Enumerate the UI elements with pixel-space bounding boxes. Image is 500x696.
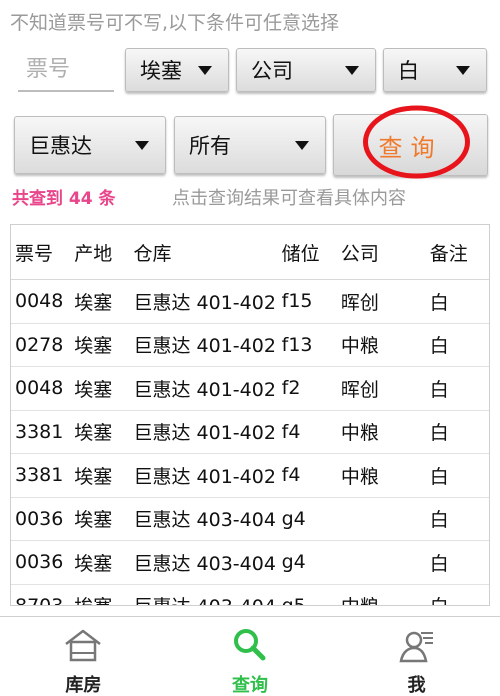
cell-bin: f13 [281, 333, 313, 356]
column-header-ticket: 票号 [15, 242, 54, 265]
cell-origin: 埃塞 [74, 465, 113, 488]
cell-bin: f2 [281, 377, 301, 400]
cell-warehouse: 巨惠达 403-404 [133, 509, 276, 532]
ticket-number-input[interactable] [18, 48, 114, 92]
cell-bin: f15 [281, 290, 313, 313]
cell-note: 白 [429, 422, 449, 445]
table-row[interactable]: 0036 埃塞 巨惠达 403-404 g4 白 [11, 541, 489, 585]
table-row[interactable]: 0278 埃塞 巨惠达 401-402 f13 中粮 白 [11, 324, 489, 367]
cell-note: 白 [429, 552, 449, 575]
cell-bin: f4 [281, 420, 301, 443]
cell-company: 中粮 [341, 592, 430, 605]
nav-label-profile: 我 [407, 675, 426, 696]
note-dropdown[interactable]: 白 [383, 48, 487, 92]
company-dropdown-value: 公司 [251, 59, 293, 83]
cell-origin: 埃塞 [74, 592, 133, 605]
cell-warehouse: 巨惠达 403-404 [134, 592, 282, 605]
cell-note: 白 [429, 335, 449, 358]
app-screen: 不知道票号可不写,以下条件可任意选择 埃塞 公司 白 巨惠达 所有 查询 共查到… [0, 0, 500, 696]
warehouse-dropdown-value: 巨惠达 [29, 134, 92, 158]
cell-warehouse: 巨惠达 401-402 [133, 422, 276, 445]
cell-note: 白 [429, 509, 449, 532]
cell-warehouse: 巨惠达 403-404 [133, 552, 276, 575]
cell-bin: g4 [281, 551, 306, 574]
table-row[interactable]: 3381 埃塞 巨惠达 401-402 f4 中粮 白 [11, 454, 489, 498]
cell-origin: 埃塞 [74, 291, 113, 314]
column-header-note: 备注 [429, 242, 468, 265]
table-row[interactable]: 0036 埃塞 巨惠达 403-404 g4 白 [11, 498, 489, 541]
nav-item-warehouse[interactable]: 库房 [0, 617, 167, 696]
origin-dropdown[interactable]: 埃塞 [125, 48, 229, 92]
profile-icon [399, 631, 433, 663]
cell-warehouse: 巨惠达 401-402 [133, 291, 276, 314]
cell-bin: g4 [281, 507, 306, 530]
cell-ticket: 0278 [15, 333, 64, 356]
cell-origin: 埃塞 [74, 509, 113, 532]
table-header: 票号 产地 仓库 储位 公司 备注 [11, 225, 489, 280]
chevron-down-icon [456, 65, 470, 75]
note-dropdown-value: 白 [398, 59, 419, 83]
filter-hint: 不知道票号可不写,以下条件可任意选择 [10, 12, 340, 34]
cell-origin: 埃塞 [74, 552, 113, 575]
cell-note: 白 [429, 465, 449, 488]
chevron-down-icon [198, 65, 212, 75]
column-header-origin: 产地 [74, 242, 113, 265]
table-row[interactable]: 8703 埃塞 巨惠达 403-404 g5 中粮 白 [11, 585, 489, 606]
cell-note: 白 [429, 291, 449, 314]
result-count: 共查到 44 条 [12, 189, 116, 209]
column-header-warehouse: 仓库 [133, 242, 172, 265]
nav-item-search[interactable]: 查询 [167, 617, 334, 696]
company-dropdown[interactable]: 公司 [236, 48, 376, 92]
cell-ticket: 0048 [15, 290, 64, 313]
table-row[interactable]: 3381 埃塞 巨惠达 401-402 f4 中粮 白 [11, 411, 489, 454]
nav-label-search: 查询 [232, 675, 268, 696]
cell-warehouse: 巨惠达 401-402 [133, 335, 276, 358]
cell-ticket: 0036 [15, 507, 64, 530]
nav-item-profile[interactable]: 我 [333, 617, 500, 696]
cell-company: 晖创 [340, 378, 379, 401]
cell-ticket: 0048 [15, 377, 64, 400]
chevron-down-icon [135, 140, 149, 150]
cell-ticket: 3381 [15, 420, 64, 443]
query-button[interactable]: 查询 [333, 114, 488, 176]
cell-company: 中粮 [340, 422, 379, 445]
bin-dropdown[interactable]: 所有 [174, 116, 326, 174]
cell-origin: 埃塞 [74, 335, 113, 358]
cell-origin: 埃塞 [74, 422, 113, 445]
nav-label-warehouse: 库房 [65, 675, 102, 696]
cell-ticket: 0036 [15, 551, 64, 574]
origin-dropdown-value: 埃塞 [140, 59, 182, 83]
cell-company: 中粮 [340, 335, 379, 358]
bottom-nav: 库房 查询 我 [0, 616, 500, 696]
cell-company: 中粮 [340, 465, 379, 488]
cell-origin: 埃塞 [74, 378, 113, 401]
cell-note: 白 [430, 592, 489, 605]
cell-ticket: 8703 [15, 594, 64, 606]
cell-ticket: 3381 [15, 464, 64, 487]
cell-bin: f4 [281, 464, 301, 487]
table-row[interactable]: 0048 埃塞 巨惠达 401-402 f2 晖创 白 [11, 367, 489, 411]
chevron-down-icon [295, 140, 309, 150]
cell-company: 晖创 [340, 291, 379, 314]
result-tip: 点击查询结果可查看具体内容 [172, 188, 406, 209]
cell-warehouse: 巨惠达 401-402 [133, 378, 276, 401]
column-header-company: 公司 [340, 242, 379, 265]
cell-bin: g5 [281, 594, 306, 606]
warehouse-dropdown[interactable]: 巨惠达 [14, 116, 166, 174]
warehouse-icon [65, 629, 102, 662]
column-header-bin: 储位 [281, 242, 320, 265]
chevron-down-icon [345, 65, 359, 75]
bin-dropdown-value: 所有 [189, 134, 231, 158]
cell-note: 白 [429, 378, 449, 401]
results-table[interactable]: 票号 产地 仓库 储位 公司 备注 0048 埃塞 巨惠达 401-402 f1… [10, 224, 490, 606]
table-row[interactable]: 0048 埃塞 巨惠达 401-402 f15 晖创 白 [11, 280, 489, 324]
search-icon [234, 629, 266, 661]
cell-warehouse: 巨惠达 401-402 [133, 465, 276, 488]
